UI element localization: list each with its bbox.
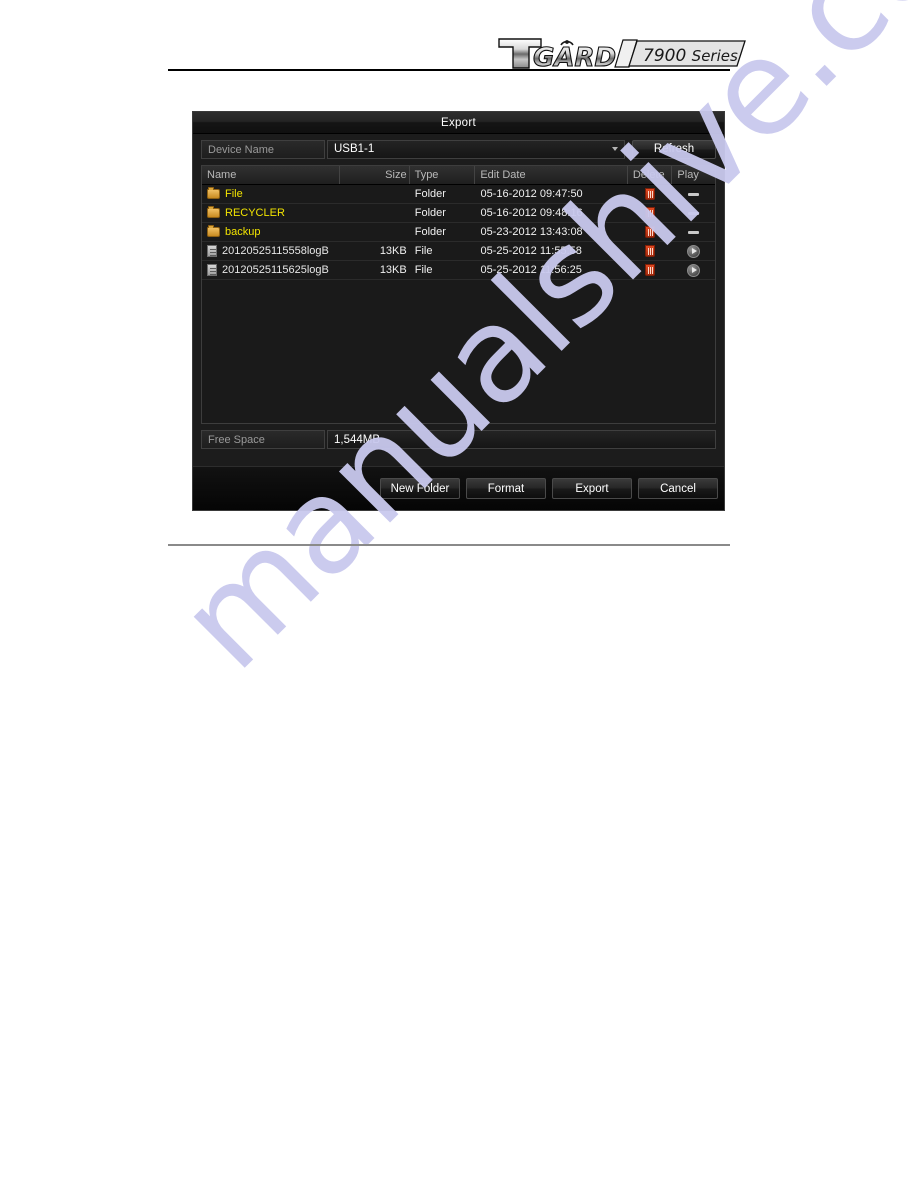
file-name-text: RECYCLER [225, 207, 285, 219]
cell-name: backup [202, 223, 340, 241]
cell-name: RECYCLER [202, 204, 340, 222]
dialog-titlebar: Export [193, 112, 724, 134]
cell-name: File [202, 185, 340, 203]
folder-icon [207, 187, 220, 199]
file-name-text: File [225, 188, 243, 200]
cell-edit-date: 05-23-2012 13:43:08 [480, 226, 583, 238]
dash-icon [688, 230, 700, 234]
column-header-type[interactable]: Type [410, 166, 476, 184]
cell-type: Folder [414, 188, 446, 200]
cell-delete [628, 207, 672, 219]
free-space-label: Free Space [201, 429, 325, 449]
trash-icon[interactable] [645, 188, 656, 200]
cell-play [673, 192, 715, 196]
cell-delete [628, 264, 672, 276]
cell-delete [628, 188, 672, 200]
cell-type: File [414, 245, 433, 257]
file-icon [207, 264, 217, 276]
format-button[interactable]: Format [466, 478, 546, 499]
column-header-size[interactable]: Size [340, 166, 410, 184]
file-name-text: 20120525115558logB [222, 245, 329, 257]
cell-edit-date: 05-16-2012 09:47:50 [480, 188, 583, 200]
column-header-edit-date[interactable]: Edit Date [475, 166, 628, 184]
dialog-footer: New Folder Format Export Cancel [193, 466, 724, 510]
dash-icon [688, 192, 700, 196]
file-name-text: 20120525115625logB [222, 264, 329, 276]
device-name-row: Device Name USB1-1 Refresh [201, 139, 716, 159]
free-space-value: 1,544MB [327, 429, 716, 449]
dialog-body: Device Name USB1-1 Refresh Name Size Typ… [193, 134, 724, 449]
svg-text:GARD: GARD [533, 43, 616, 70]
cell-type: Folder [414, 207, 446, 219]
device-name-value: USB1-1 [334, 143, 375, 155]
cell-name: 20120525115625logB [202, 261, 340, 279]
file-list-table: Name Size Type Edit Date Delete Play Fil… [201, 165, 716, 424]
trash-icon[interactable] [645, 264, 656, 276]
cell-play [673, 230, 715, 234]
page-header: GARD 7900 Series [0, 0, 918, 100]
table-header-row: Name Size Type Edit Date Delete Play [202, 166, 715, 185]
dash-icon [688, 211, 700, 215]
cell-size: 13KB [379, 245, 407, 257]
cell-edit-date: 05-25-2012 11:55:58 [480, 245, 582, 257]
cell-type: File [414, 264, 433, 276]
trash-icon[interactable] [645, 207, 656, 219]
play-icon[interactable] [687, 244, 701, 258]
cell-edit-date: 05-16-2012 09:48:16 [480, 207, 583, 219]
column-header-delete[interactable]: Delete [628, 166, 673, 184]
device-name-label: Device Name [201, 139, 325, 159]
dialog-title: Export [440, 116, 477, 129]
cell-size: 13KB [379, 264, 407, 276]
cell-play [673, 263, 715, 277]
export-button[interactable]: Export [552, 478, 632, 499]
cell-play [673, 211, 715, 215]
folder-icon [207, 206, 220, 218]
tgard-7900-series-logo: GARD 7900 Series [497, 36, 747, 74]
export-dialog: Export Device Name USB1-1 Refresh Name S… [192, 111, 725, 511]
table-row[interactable]: 20120525115625logB 13KB File 05-25-2012 11:… [202, 261, 715, 280]
svg-text:7900 Series: 7900 Series [643, 46, 738, 66]
cell-delete [628, 226, 672, 238]
table-row[interactable]: RECYCLER Folder 05-16-2012 09:48:16 [202, 204, 715, 223]
table-row[interactable]: File Folder 05-16-2012 09:47:50 [202, 185, 715, 204]
refresh-button[interactable]: Refresh [632, 139, 716, 159]
device-name-select[interactable]: USB1-1 [327, 139, 625, 159]
folder-icon [207, 225, 220, 237]
header-rule [168, 69, 730, 71]
footer-rule [168, 544, 730, 546]
table-row[interactable]: backup Folder 05-23-2012 13:43:08 [202, 223, 715, 242]
cell-type: Folder [414, 226, 446, 238]
cell-edit-date: 05-25-2012 11:56:25 [480, 264, 582, 276]
chevron-down-icon [612, 147, 618, 151]
cell-delete [628, 245, 672, 257]
table-body: File Folder 05-16-2012 09:47:50 RECYCLER Fol… [202, 185, 715, 423]
trash-icon[interactable] [645, 226, 656, 238]
column-header-play[interactable]: Play [672, 166, 715, 184]
cell-name: 20120525115558logB [202, 242, 340, 260]
column-header-name[interactable]: Name [202, 166, 341, 184]
new-folder-button[interactable]: New Folder [380, 478, 460, 499]
cell-play [673, 244, 715, 258]
table-row[interactable]: 20120525115558logB 13KB File 05-25-2012 11:… [202, 242, 715, 261]
cancel-button[interactable]: Cancel [638, 478, 718, 499]
file-name-text: backup [225, 226, 261, 238]
file-icon [207, 245, 217, 257]
play-icon[interactable] [687, 263, 701, 277]
free-space-row: Free Space 1,544MB [201, 429, 716, 449]
trash-icon[interactable] [645, 245, 656, 257]
